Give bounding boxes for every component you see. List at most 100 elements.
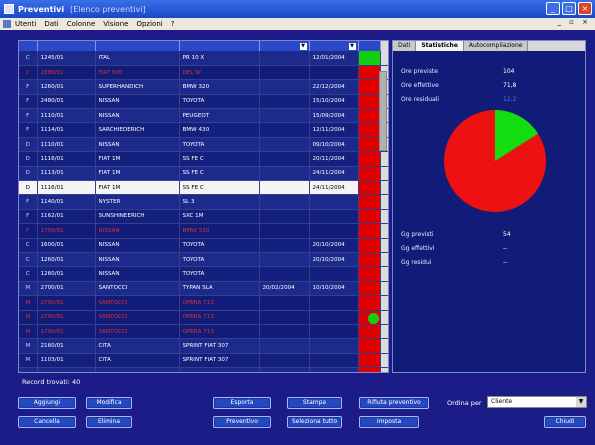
menu-dati[interactable]: Dati (44, 20, 58, 28)
row-date-from (259, 166, 310, 182)
menu-help[interactable]: ? (171, 20, 175, 28)
row-number: 2480/01 (37, 94, 96, 110)
close-window-button[interactable]: Chiudi (544, 416, 586, 428)
chevron-down-icon[interactable]: ▼ (348, 43, 356, 50)
scrollbar-track[interactable] (380, 194, 388, 210)
scrollbar-track[interactable] (380, 223, 388, 239)
scrollbar-track[interactable] (380, 338, 388, 354)
edit-button[interactable]: Modifica (86, 397, 132, 409)
close-button[interactable]: × (578, 2, 592, 15)
remove-button[interactable]: Elimina (86, 416, 132, 428)
row-date-from (259, 353, 310, 369)
scrollbar-up[interactable] (380, 41, 388, 51)
table-row[interactable]: C 1600/01 NISSAN TOYOTA 20/10/2004 (19, 238, 388, 253)
print-button[interactable]: Stampa (287, 397, 342, 409)
table-row[interactable]: C 1245/01 ITAL PR 10 X 12/01/2004 (19, 51, 388, 66)
row-date-to: 10/10/2004 (309, 281, 359, 297)
row-status-indicator (358, 180, 381, 196)
table-row[interactable]: F 1162/01 SUNSHINEERICH SXC 1M (19, 209, 388, 225)
table-row[interactable]: F 1110/01 NISSAN PEUGEOT 15/09/2004 (19, 108, 388, 124)
tab-autocompilazione[interactable]: Autocompilazione (463, 41, 529, 51)
mdi-controls[interactable]: _ ▫ × (557, 18, 591, 26)
settings-button[interactable]: Imposta (359, 416, 419, 428)
table-row[interactable]: M 2160/01 CITA SPRINT FIAT 307 (19, 338, 388, 354)
scrollbar-track[interactable] (380, 324, 388, 340)
maximize-button[interactable]: □ (562, 2, 576, 15)
table-row[interactable]: M 2700/01 SANTOCCI OPERA 713 (19, 310, 388, 325)
reject-estimate-button[interactable]: Rifiuta preventivo (359, 397, 429, 409)
scrollbar-track[interactable] (380, 180, 388, 196)
scrollbar-track[interactable] (380, 310, 388, 325)
table-row[interactable]: M1104/01DIECIFF ITAL 25-147 (19, 367, 388, 372)
column-header-status[interactable] (358, 41, 381, 51)
export-button[interactable]: Esporta (213, 397, 271, 409)
scrollbar-track[interactable] (380, 51, 388, 66)
row-mark: F (19, 94, 38, 110)
row-mark: D (19, 166, 38, 182)
row-number: 1103/01 (37, 353, 96, 369)
row-mark: D (19, 151, 38, 167)
row-status-indicator (358, 65, 381, 81)
tab-dati[interactable]: Dati (393, 41, 417, 51)
row-date-from (259, 324, 310, 340)
status-dot-icon (367, 312, 379, 324)
scrollbar-track[interactable] (380, 252, 388, 268)
row-date-from (259, 338, 310, 354)
chevron-down-icon[interactable]: ▼ (576, 397, 586, 407)
scrollbar-track[interactable] (380, 367, 388, 372)
table-row[interactable]: M 1700/01 SANTOCCI OPERA 713 (19, 324, 388, 340)
row-status-indicator (358, 324, 381, 340)
row-client: NISSAN (95, 252, 180, 268)
table-row[interactable]: C 2880/01 FIAT 500 DEL W (19, 65, 388, 81)
column-header-number[interactable] (37, 41, 96, 51)
table-row[interactable]: F 1114/01 SARCHIEDERICH BMW 430 12/11/2004 (19, 122, 388, 138)
row-date-from: 20/02/2004 (259, 281, 310, 297)
table-row[interactable]: F 1706/01 NISSAN BMW 330 (19, 223, 388, 239)
table-row[interactable]: C 1260/01 NISSAN TOYOTA (19, 266, 388, 282)
tab-statistiche[interactable]: Statistiche (416, 41, 464, 51)
table-row[interactable]: D 1116/01 FIAT 1M SS FE C 24/11/2004 (19, 180, 388, 196)
column-header-date-from[interactable]: ▼ (259, 41, 310, 51)
stat-value-gg-effettivi: -- (503, 245, 508, 252)
chevron-down-icon[interactable]: ▼ (299, 43, 307, 50)
menu-opzioni[interactable]: Opzioni (136, 20, 162, 28)
scrollbar-track[interactable] (380, 295, 388, 311)
delete-button[interactable]: Cancella (18, 416, 76, 428)
table-row[interactable]: F 1140/01 NYSTER SL 3 (19, 194, 388, 210)
row-client: FIAT 1M (95, 180, 180, 196)
table-row[interactable]: M 1103/01 CITA SPRINT FIAT 307 (19, 353, 388, 369)
document-icon[interactable] (3, 20, 11, 28)
table-row[interactable]: M 2700/01 SANTOCCI OPERA 713 (19, 295, 388, 311)
menu-utenti[interactable]: Utenti (15, 20, 36, 28)
scrollbar-track[interactable] (380, 266, 388, 282)
add-button[interactable]: Aggiungi (18, 397, 76, 409)
minimize-button[interactable]: _ (546, 2, 560, 15)
scrollbar-track[interactable] (380, 151, 388, 167)
column-header-mark[interactable] (19, 41, 38, 51)
scrollbar-track[interactable] (380, 238, 388, 253)
scrollbar-track[interactable] (380, 281, 388, 297)
table-row[interactable]: F 1260/01 SUPERHANDICH BMW 320 22/12/2004 (19, 79, 388, 95)
scrollbar-track[interactable] (380, 166, 388, 182)
column-header-vehicle[interactable] (179, 41, 260, 51)
table-row[interactable]: M 2700/01 SANTOCCI TYPAN SLA 20/02/2004 10/10… (19, 281, 388, 297)
estimate-button[interactable]: Preventivo (213, 416, 271, 428)
scrollbar-thumb[interactable] (379, 71, 387, 151)
table-row[interactable]: D 1116/01 FIAT 1M SS FE C 20/11/2004 (19, 151, 388, 167)
menu-visione[interactable]: Visione (103, 20, 128, 28)
table-row[interactable]: D 1110/01 NISSAN TOYOTA 09/10/2004 (19, 137, 388, 153)
table-row[interactable]: C 1260/01 NISSAN TOYOTA 20/10/2004 (19, 252, 388, 268)
row-client: SUPERHANDICH (95, 79, 180, 95)
row-date-to (309, 223, 359, 239)
menu-colonne[interactable]: Colonne (67, 20, 96, 28)
table-row[interactable]: D 1113/01 FIAT 1M SS FE C 24/11/2004 (19, 166, 388, 182)
sort-select[interactable]: Cliente ▼ (487, 396, 587, 408)
column-header-date-to[interactable]: ▼ (309, 41, 359, 51)
column-header-client[interactable] (95, 41, 180, 51)
row-mark: F (19, 223, 38, 239)
stat-label-ore-effettive: Ore effettive (401, 82, 439, 89)
select-all-button[interactable]: Seleziona tutto (287, 416, 342, 428)
scrollbar-track[interactable] (380, 353, 388, 369)
table-row[interactable]: F 2480/01 NISSAN TOYOTA 15/10/2004 (19, 94, 388, 110)
scrollbar-track[interactable] (380, 209, 388, 225)
